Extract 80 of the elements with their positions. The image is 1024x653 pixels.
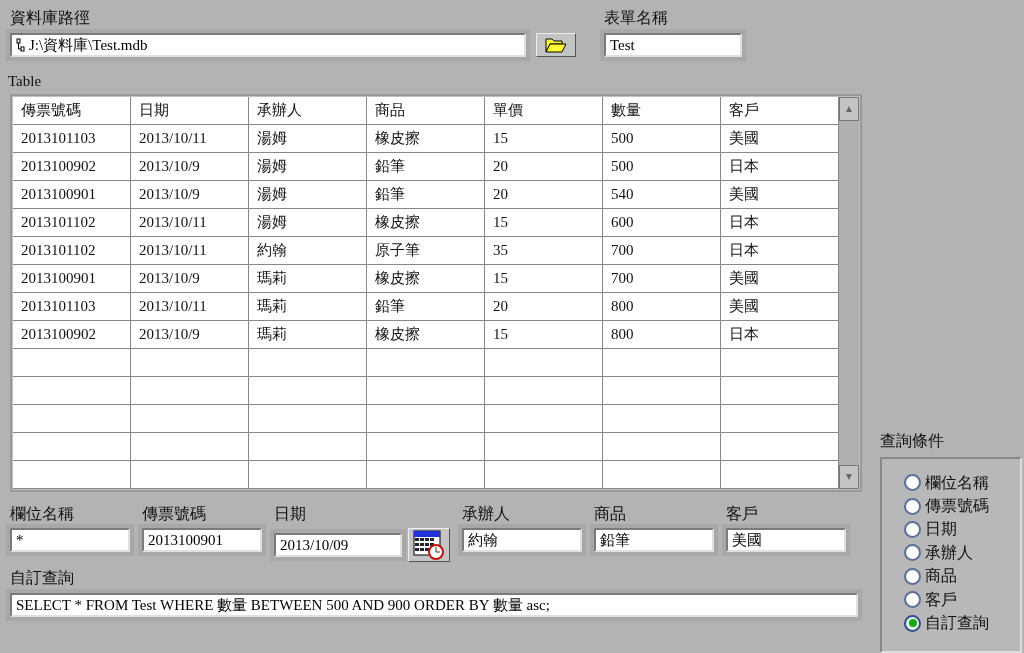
table-cell: 原子筆 [367, 237, 485, 265]
table-cell: 2013101102 [13, 237, 131, 265]
table-cell: 橡皮擦 [367, 209, 485, 237]
table-cell: 500 [603, 125, 721, 153]
table-label: Table [8, 72, 43, 91]
field-label: 日期 [274, 504, 307, 524]
table-cell: 鉛筆 [367, 153, 485, 181]
table-cell: 瑪莉 [249, 321, 367, 349]
table-cell: 2013/10/9 [131, 321, 249, 349]
table-cell: 湯姆 [249, 125, 367, 153]
calendar-clock-icon [413, 530, 445, 560]
field-label: 商品 [594, 504, 627, 524]
field-label: 客戶 [726, 504, 759, 524]
table-cell: 540 [603, 181, 721, 209]
table-cell: 2013100902 [13, 321, 131, 349]
table-cell: 2013/10/9 [131, 181, 249, 209]
folder-icon [545, 37, 567, 53]
field-label: 自訂查詢 [10, 568, 75, 588]
scrollbar[interactable] [839, 97, 859, 489]
column-header: 日期 [131, 97, 249, 125]
table-cell: 500 [603, 153, 721, 181]
field-label: 欄位名稱 [10, 504, 75, 524]
table-cell: 橡皮擦 [367, 321, 485, 349]
radio-option[interactable]: 商品 [904, 564, 1020, 588]
table-cell: 600 [603, 209, 721, 237]
column-header: 商品 [367, 97, 485, 125]
column-header: 數量 [603, 97, 721, 125]
table-cell: 2013100901 [13, 181, 131, 209]
table-cell: 2013100902 [13, 153, 131, 181]
table-cell: 20 [485, 181, 603, 209]
table-cell: 鉛筆 [367, 293, 485, 321]
table-cell: 20 [485, 293, 603, 321]
browse-button[interactable] [536, 33, 576, 57]
table-cell: 約翰 [249, 237, 367, 265]
table-cell: 700 [603, 237, 721, 265]
scroll-up-icon[interactable] [839, 97, 859, 121]
table-cell: 鉛筆 [367, 181, 485, 209]
radio-option[interactable]: 承辦人 [904, 541, 1020, 565]
table-cell: 700 [603, 265, 721, 293]
table-cell: 2013/10/9 [131, 153, 249, 181]
table-cell: 35 [485, 237, 603, 265]
field-label: 承辦人 [462, 504, 511, 524]
table-cell: 2013101103 [13, 125, 131, 153]
field-label: 表單名稱 [604, 8, 669, 28]
radio-option[interactable]: 客戶 [904, 587, 1020, 612]
table-cell: 800 [603, 321, 721, 349]
table-cell: 橡皮擦 [367, 265, 485, 293]
table-cell: 橡皮擦 [367, 125, 485, 153]
table-cell: 15 [485, 209, 603, 237]
group-label: 查詢條件 [880, 431, 945, 451]
table-cell: 2013101103 [13, 293, 131, 321]
column-header: 傳票號碼 [13, 97, 131, 125]
table-cell: 15 [485, 265, 603, 293]
table-cell: 2013/10/11 [131, 237, 249, 265]
table-cell: 2013/10/11 [131, 293, 249, 321]
table-cell: 2013/10/11 [131, 209, 249, 237]
calendar-button[interactable] [408, 528, 450, 562]
table-cell: 湯姆 [249, 153, 367, 181]
table-cell: 瑪莉 [249, 293, 367, 321]
table-cell: 20 [485, 153, 603, 181]
table-cell: 2013101102 [13, 209, 131, 237]
column-header: 承辦人 [249, 97, 367, 125]
table-cell: 2013/10/9 [131, 265, 249, 293]
field-label: 傳票號碼 [142, 504, 207, 524]
scroll-down-icon[interactable] [839, 465, 859, 489]
path-icon [16, 38, 25, 52]
column-header: 單價 [485, 97, 603, 125]
table-cell: 2013100901 [13, 265, 131, 293]
radio-option[interactable]: 日期 [904, 517, 1020, 542]
table-cell: 15 [485, 125, 603, 153]
table-cell: 湯姆 [249, 209, 367, 237]
radio-option[interactable]: 欄位名稱 [904, 471, 1020, 495]
radio-option[interactable]: 傳票號碼 [904, 494, 1020, 518]
radio-option[interactable]: 自訂查詢 [904, 611, 1020, 635]
table-cell: 湯姆 [249, 181, 367, 209]
table-cell: 瑪莉 [249, 265, 367, 293]
field-label: 資料庫路徑 [10, 8, 91, 28]
table-cell: 15 [485, 321, 603, 349]
table-cell: 800 [603, 293, 721, 321]
table-cell: 2013/10/11 [131, 125, 249, 153]
